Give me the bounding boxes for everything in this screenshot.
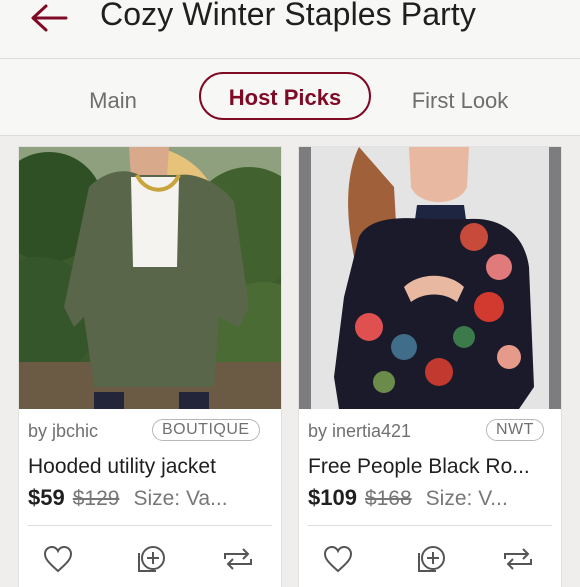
listing-title[interactable]: Hooded utility jacket [28,455,216,479]
tab-main[interactable]: Main [68,78,158,124]
share-button[interactable] [501,545,532,573]
tab-first-look[interactable]: First Look [395,78,525,124]
app-header: Cozy Winter Staples Party [0,0,580,59]
condition-badge: NWT [486,419,544,441]
listing-card[interactable]: by inertia421 NWT Free People Black Ro..… [299,147,561,587]
add-to-bundle-icon [138,546,165,572]
listing-photo[interactable] [19,147,281,409]
heart-icon [323,545,353,573]
condition-badge: BOUTIQUE [152,419,260,441]
back-arrow-icon [31,4,68,32]
like-button[interactable] [43,545,73,573]
like-button[interactable] [323,545,353,573]
heart-icon [43,545,73,573]
add-to-bundle-button[interactable] [132,543,165,572]
share-icon [504,548,532,570]
share-button[interactable] [221,545,252,573]
original-price: $168 [364,487,412,510]
seller-name[interactable]: by jbchic [28,421,98,442]
size-label: Size: Va... [133,487,228,510]
listing-title[interactable]: Free People Black Ro... [308,455,530,479]
price-row: $109 $168 Size: V... [308,485,508,511]
tab-host-picks[interactable]: Host Picks [199,72,371,120]
seller-name[interactable]: by inertia421 [308,421,411,442]
listing-photo[interactable] [299,147,561,409]
price: $109 [308,485,357,510]
page-title: Cozy Winter Staples Party [100,0,476,32]
price-row: $59 $129 Size: Va... [28,485,228,511]
divider [308,525,552,526]
size-label: Size: V... [425,487,508,510]
divider [28,525,272,526]
tab-bar: Main Host Picks First Look [0,59,580,136]
share-icon [224,548,252,570]
original-price: $129 [72,487,120,510]
price: $59 [28,485,65,510]
add-to-bundle-icon [418,546,445,572]
listing-card[interactable]: by jbchic BOUTIQUE Hooded utility jacket… [19,147,281,587]
back-button[interactable] [28,2,70,34]
add-to-bundle-button[interactable] [412,543,445,572]
